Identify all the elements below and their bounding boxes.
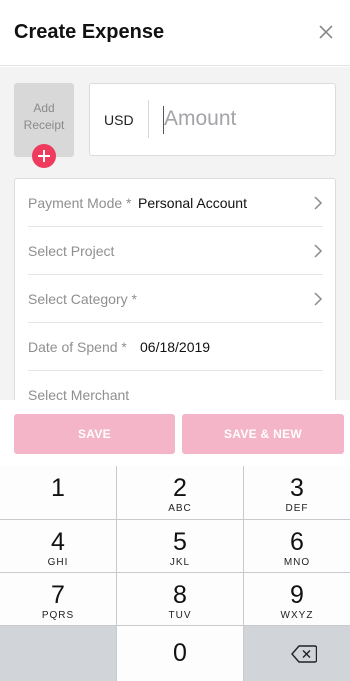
key-7[interactable]: 7 PQRS xyxy=(0,573,117,626)
chevron-right-icon xyxy=(314,196,323,210)
select-merchant-label: Select Merchant xyxy=(28,387,130,400)
select-category-row[interactable]: Select Category * xyxy=(28,275,323,323)
amount-card: USD xyxy=(89,83,336,156)
action-bar: SAVE SAVE & NEW xyxy=(0,400,350,466)
date-of-spend-label: Date of Spend * xyxy=(28,339,127,355)
page-title: Create Expense xyxy=(14,21,165,43)
key-4[interactable]: 4 GHI xyxy=(0,520,117,573)
key-6[interactable]: 6 MNO xyxy=(244,520,350,573)
divider xyxy=(148,100,149,138)
key-blank xyxy=(0,626,117,681)
chevron-right-icon xyxy=(314,292,323,306)
expense-form-area[interactable]: Add Receipt USD Payment Mode * Personal … xyxy=(0,67,350,400)
backspace-icon xyxy=(291,645,317,663)
expense-details-card: Payment Mode * Personal Account Select P… xyxy=(14,178,336,400)
date-of-spend-value: 06/18/2019 xyxy=(140,339,211,355)
add-receipt-button[interactable]: Add Receipt xyxy=(14,83,74,168)
key-2[interactable]: 2 ABC xyxy=(117,466,244,520)
save-and-new-button[interactable]: SAVE & NEW xyxy=(182,414,344,454)
key-0[interactable]: 0 xyxy=(117,626,244,681)
select-project-row[interactable]: Select Project xyxy=(28,227,323,275)
amount-input[interactable] xyxy=(164,102,324,136)
backspace-key[interactable] xyxy=(244,626,350,681)
select-merchant-row[interactable]: Select Merchant xyxy=(28,371,323,400)
select-project-label: Select Project xyxy=(28,243,115,259)
key-9[interactable]: 9 WXYZ xyxy=(244,573,350,626)
close-icon[interactable] xyxy=(314,20,338,44)
key-8[interactable]: 8 TUV xyxy=(117,573,244,626)
key-1[interactable]: 1 xyxy=(0,466,117,520)
payment-mode-label: Payment Mode * xyxy=(28,195,132,211)
select-category-label: Select Category * xyxy=(28,291,137,307)
key-5[interactable]: 5 JKL xyxy=(117,520,244,573)
chevron-right-icon xyxy=(314,244,323,258)
plus-icon[interactable] xyxy=(32,144,56,168)
currency-selector[interactable]: USD xyxy=(104,112,134,128)
save-button[interactable]: SAVE xyxy=(14,414,175,454)
date-of-spend-row[interactable]: Date of Spend * 06/18/2019 xyxy=(28,323,323,371)
key-3[interactable]: 3 DEF xyxy=(244,466,350,520)
numeric-keypad: 1 2 ABC 3 DEF 4 GHI 5 JKL 6 MNO 7 PQRS 8… xyxy=(0,466,350,681)
payment-mode-value: Personal Account xyxy=(138,195,247,211)
payment-mode-row[interactable]: Payment Mode * Personal Account xyxy=(28,179,323,227)
header: Create Expense xyxy=(0,0,350,66)
add-receipt-label: Add Receipt xyxy=(23,101,65,132)
